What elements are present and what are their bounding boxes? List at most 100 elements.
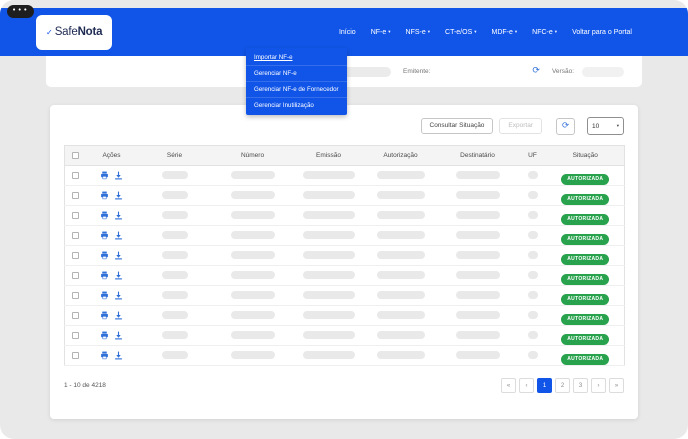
download-icon[interactable]	[114, 331, 123, 340]
select-all-checkbox[interactable]	[72, 152, 79, 159]
printer-icon[interactable]	[100, 331, 109, 340]
logo[interactable]: ✓ SafeNota	[36, 15, 112, 50]
printer-icon[interactable]	[100, 171, 109, 180]
nav-item-label: CT-e/OS	[445, 29, 472, 36]
row-actions	[87, 266, 137, 285]
table-row: AUTORIZADA	[65, 266, 625, 286]
download-icon[interactable]	[114, 251, 123, 260]
row-actions	[87, 166, 137, 185]
nav-item-voltar-para-o-portal[interactable]: Voltar para o Portal	[572, 29, 632, 36]
pagination: «‹123›»	[501, 378, 624, 393]
uf-cell	[519, 206, 547, 226]
checkbox-cell	[65, 346, 87, 366]
app-window: ••• ✓ SafeNota InícioNF-e▾NFS-e▾CT-e/OS▾…	[0, 0, 688, 439]
status-badge: AUTORIZADA	[561, 234, 609, 245]
data-cell	[293, 186, 365, 206]
printer-icon[interactable]	[100, 251, 109, 260]
cell-placeholder	[528, 171, 538, 179]
printer-icon[interactable]	[100, 231, 109, 240]
data-cell	[365, 346, 437, 366]
row-checkbox[interactable]	[72, 272, 79, 279]
column-header-numero: Número	[213, 146, 293, 166]
row-checkbox[interactable]	[72, 312, 79, 319]
printer-icon[interactable]	[100, 291, 109, 300]
data-cell	[213, 206, 293, 226]
data-cell	[213, 306, 293, 326]
cell-placeholder	[303, 271, 355, 279]
pagination-page-2[interactable]: 2	[555, 378, 570, 393]
uf-cell	[519, 266, 547, 286]
nav-item-ct-e-os[interactable]: CT-e/OS▾	[445, 29, 477, 36]
data-cell	[213, 286, 293, 306]
pagination-page-3[interactable]: 3	[573, 378, 588, 393]
download-icon[interactable]	[114, 211, 123, 220]
chevron-down-icon: ▾	[555, 30, 557, 35]
status-badge: AUTORIZADA	[561, 274, 609, 285]
printer-icon[interactable]	[100, 211, 109, 220]
row-actions	[87, 206, 137, 225]
download-icon[interactable]	[114, 231, 123, 240]
refresh-icon[interactable]: ⟳	[532, 67, 540, 76]
download-icon[interactable]	[114, 351, 123, 360]
uf-cell	[519, 226, 547, 246]
cell-placeholder	[231, 311, 275, 319]
download-icon[interactable]	[114, 291, 123, 300]
refresh-table-button[interactable]: ⟳	[556, 118, 575, 135]
exportar-button[interactable]: Exportar	[499, 118, 542, 135]
data-cell	[213, 226, 293, 246]
nav-item-nfc-e[interactable]: NFC-e▾	[532, 29, 557, 36]
menu-item-gerenciar-inutilizacao[interactable]: Gerenciar Inutilização	[246, 97, 347, 113]
cell-placeholder	[162, 271, 188, 279]
nav-item-nf-e[interactable]: NF-e▾	[371, 29, 391, 36]
column-header-serie: Série	[137, 146, 213, 166]
row-checkbox[interactable]	[72, 172, 79, 179]
pagination-prev[interactable]: ‹	[519, 378, 534, 393]
row-checkbox[interactable]	[72, 212, 79, 219]
row-checkbox[interactable]	[72, 292, 79, 299]
cell-placeholder	[231, 191, 275, 199]
row-checkbox[interactable]	[72, 232, 79, 239]
menu-item-gerenciar-nf-e-de-fornecedor[interactable]: Gerenciar NF-e de Fornecedor	[246, 81, 347, 97]
consultar-situacao-button[interactable]: Consultar Situação	[421, 118, 494, 135]
data-cell	[137, 166, 213, 186]
download-icon[interactable]	[114, 191, 123, 200]
printer-icon[interactable]	[100, 191, 109, 200]
window-controls[interactable]: •••	[7, 5, 34, 18]
pagination-next[interactable]: ›	[591, 378, 606, 393]
table-row: AUTORIZADA	[65, 346, 625, 366]
row-checkbox[interactable]	[72, 352, 79, 359]
status-cell: AUTORIZADA	[547, 346, 625, 366]
row-checkbox[interactable]	[72, 192, 79, 199]
data-cell	[437, 166, 519, 186]
checkbox-cell	[65, 186, 87, 206]
printer-icon[interactable]	[100, 311, 109, 320]
row-checkbox[interactable]	[72, 252, 79, 259]
data-cell	[437, 186, 519, 206]
printer-icon[interactable]	[100, 351, 109, 360]
download-icon[interactable]	[114, 271, 123, 280]
download-icon[interactable]	[114, 311, 123, 320]
pagination-last[interactable]: »	[609, 378, 624, 393]
row-actions	[87, 306, 137, 325]
nav-item-mdf-e[interactable]: MDF-e▾	[492, 29, 518, 36]
nav-item-nfs-e[interactable]: NFS-e▾	[406, 29, 431, 36]
data-cell	[137, 186, 213, 206]
row-checkbox[interactable]	[72, 332, 79, 339]
menu-item-importar-nf-e[interactable]: Importar NF-e	[246, 50, 347, 65]
download-icon[interactable]	[114, 171, 123, 180]
pagination-first[interactable]: «	[501, 378, 516, 393]
page-size-select[interactable]: 10 ▾	[587, 117, 624, 135]
main-nav: InícioNF-e▾NFS-e▾CT-e/OS▾MDF-e▾NFC-e▾Vol…	[339, 29, 632, 36]
printer-icon[interactable]	[100, 271, 109, 280]
nav-item-inicio[interactable]: Início	[339, 29, 356, 36]
uf-cell	[519, 166, 547, 186]
versao-label: Versão:	[552, 68, 574, 75]
status-badge: AUTORIZADA	[561, 174, 609, 185]
menu-item-gerenciar-nf-e[interactable]: Gerenciar NF-e	[246, 65, 347, 81]
status-cell: AUTORIZADA	[547, 206, 625, 226]
versao-value-placeholder	[582, 67, 624, 77]
checkbox-cell	[65, 206, 87, 226]
cell-placeholder	[528, 351, 538, 359]
cell-placeholder	[162, 191, 188, 199]
pagination-page-1[interactable]: 1	[537, 378, 552, 393]
